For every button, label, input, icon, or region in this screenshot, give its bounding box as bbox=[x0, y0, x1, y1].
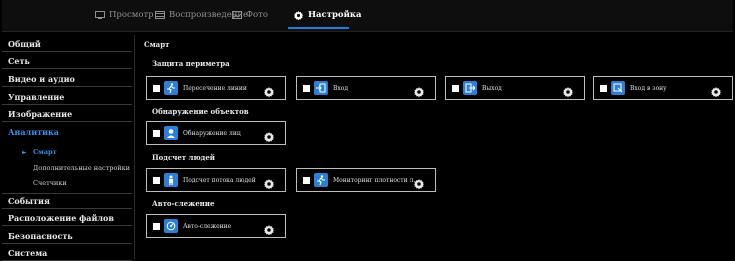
exit-door-icon bbox=[463, 81, 477, 95]
checkbox-zone-enter[interactable] bbox=[600, 85, 607, 92]
checkbox-face-detection[interactable] bbox=[153, 130, 160, 137]
sidebar-item-general[interactable]: Общий bbox=[2, 36, 132, 52]
active-tab-indicator bbox=[288, 27, 349, 29]
sidebar-subitem-smart[interactable]: Смарт bbox=[33, 148, 57, 156]
checkbox-line-crossing[interactable] bbox=[153, 85, 160, 92]
person-icon bbox=[164, 173, 178, 187]
card-label: Выход bbox=[482, 85, 502, 92]
sidebar-item-control[interactable]: Управление bbox=[2, 89, 132, 105]
card-line-crossing[interactable]: Пересечение линии bbox=[146, 76, 286, 100]
gear-icon[interactable] bbox=[264, 82, 274, 98]
section-title-object-detection: Обнаружение объектов bbox=[152, 107, 249, 116]
tab-preview[interactable]: Просмотр bbox=[95, 7, 154, 23]
face-icon bbox=[164, 126, 178, 140]
card-density-monitoring[interactable]: Мониторинг плотности л... bbox=[296, 168, 436, 192]
sidebar-item-video-audio[interactable]: Видео и аудио bbox=[2, 71, 132, 87]
sidebar-item-image[interactable]: Изображение bbox=[2, 106, 132, 122]
running-man-icon bbox=[314, 173, 328, 187]
card-people-flow[interactable]: Подсчет потока людей bbox=[146, 168, 286, 192]
gear-icon[interactable] bbox=[414, 174, 424, 190]
tab-photo[interactable]: Фото bbox=[232, 7, 268, 23]
sidebar-item-network[interactable]: Сеть bbox=[2, 53, 132, 69]
zone-icon bbox=[611, 81, 625, 95]
tab-settings-label: Настройка bbox=[308, 10, 362, 20]
section-title-auto-tracking: Авто-слежение bbox=[152, 199, 215, 208]
page-title: Смарт bbox=[144, 40, 170, 49]
checkbox-density-monitoring[interactable] bbox=[303, 177, 310, 184]
image-icon bbox=[232, 11, 242, 19]
checkbox-enter[interactable] bbox=[303, 85, 310, 92]
card-label: Подсчет потока людей bbox=[183, 177, 256, 184]
tab-photo-label: Фото bbox=[246, 10, 268, 20]
submenu-arrow-icon: ► bbox=[22, 149, 27, 156]
card-auto-tracking[interactable]: Авто-слежение bbox=[146, 214, 286, 238]
tab-settings[interactable]: Настройка bbox=[294, 7, 362, 23]
sidebar-item-security[interactable]: Безопасность bbox=[2, 228, 132, 244]
card-enter[interactable]: Вход bbox=[296, 76, 436, 100]
sidebar-item-file-location[interactable]: Расположение файлов bbox=[2, 210, 132, 226]
top-navigation-bar: Просмотр Воспроизведение Фото Настройка bbox=[2, 0, 733, 32]
card-label: Вход в зону bbox=[630, 85, 667, 92]
monitor-icon bbox=[95, 11, 105, 19]
card-face-detection[interactable]: Обнаружение лиц bbox=[146, 121, 286, 145]
gear-icon[interactable] bbox=[264, 127, 274, 143]
gear-icon[interactable] bbox=[711, 82, 721, 98]
sidebar: Общий Сеть Видео и аудио Управление Изоб… bbox=[2, 35, 132, 261]
checkbox-people-flow[interactable] bbox=[153, 177, 160, 184]
card-zone-enter[interactable]: Вход в зону bbox=[593, 76, 733, 100]
sidebar-subitem-counters[interactable]: Счетчики bbox=[33, 179, 67, 187]
film-icon bbox=[155, 11, 165, 19]
section-title-people-counting: Подсчет людей bbox=[152, 153, 215, 162]
card-exit[interactable]: Выход bbox=[445, 76, 585, 100]
gear-icon[interactable] bbox=[264, 174, 274, 190]
card-label: Пересечение линии bbox=[183, 85, 247, 92]
tab-preview-label: Просмотр bbox=[109, 10, 154, 20]
enter-door-icon bbox=[314, 81, 328, 95]
card-label: Авто-слежение bbox=[183, 223, 232, 230]
checkbox-auto-tracking[interactable] bbox=[153, 223, 160, 230]
card-label: Обнаружение лиц bbox=[183, 130, 241, 137]
sidebar-item-events[interactable]: События bbox=[2, 193, 132, 209]
gear-icon[interactable] bbox=[414, 82, 424, 98]
gear-icon[interactable] bbox=[563, 82, 573, 98]
card-label: Вход bbox=[333, 85, 349, 92]
target-icon bbox=[164, 219, 178, 233]
sidebar-item-analytics[interactable]: Аналитика bbox=[2, 124, 132, 140]
section-title-perimeter: Защита периметра bbox=[152, 59, 230, 68]
gear-icon[interactable] bbox=[264, 220, 274, 236]
gear-icon bbox=[294, 11, 304, 21]
sidebar-subitem-advanced-settings[interactable]: Дополнительные настройки bbox=[33, 164, 130, 172]
sidebar-divider bbox=[134, 35, 135, 259]
checkbox-exit[interactable] bbox=[452, 85, 459, 92]
running-man-icon bbox=[164, 81, 178, 95]
card-label: Мониторинг плотности л... bbox=[333, 177, 420, 184]
